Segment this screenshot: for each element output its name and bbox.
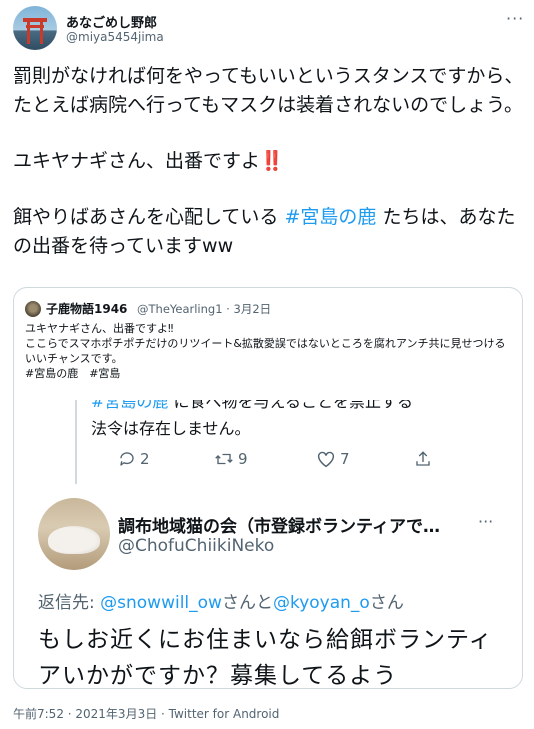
reply-more-icon: ··· bbox=[478, 512, 494, 531]
action-bar: 2 9 7 bbox=[118, 450, 438, 472]
cut-hashtag: #宮島の鹿 bbox=[91, 400, 169, 411]
cut-rest: に食べ物を与えることを禁止する bbox=[168, 400, 414, 411]
reply-to-user: @snowwill_ow bbox=[100, 593, 222, 613]
more-icon[interactable]: ··· bbox=[506, 9, 524, 28]
tweet-text: 罰則がなければ何をやってもいいというスタンスですから、たとえば病院へ行ってもマス… bbox=[13, 62, 525, 261]
author-avatar[interactable] bbox=[13, 6, 57, 50]
author-handle[interactable]: @miya5454jima bbox=[66, 30, 164, 44]
thread-line bbox=[75, 400, 77, 484]
reply-author-handle: @ChofuChiikiNeko bbox=[118, 536, 275, 556]
reply-to-user: @kyoyan_o bbox=[272, 593, 370, 613]
like-icon bbox=[317, 451, 335, 468]
hashtag-link[interactable]: #宮島の鹿 bbox=[284, 206, 376, 228]
retweet-icon bbox=[215, 453, 233, 465]
cut-off-line: #宮島の鹿 に食べ物を与えることを禁止する bbox=[91, 400, 413, 412]
tweet-p3-before: 餌やりばあさんを心配している bbox=[13, 206, 285, 228]
quote-author-avatar bbox=[25, 301, 41, 317]
reply-text: もしお近くにお住まいなら給餌ボランティアいかがですか？募集してるよう bbox=[38, 627, 493, 688]
reply-to-mid: さんと bbox=[221, 593, 273, 613]
quote-text: ユキヤナギさん、出番ですよ‼ ここらでスマホポチポチだけのリツイート&拡散愛誤で… bbox=[25, 321, 511, 381]
author-name[interactable]: あなごめし野郎 bbox=[66, 12, 157, 31]
reply-author-name: 調布地域猫の会（市登録ボランティアで… bbox=[118, 517, 440, 537]
reply-count: 2 bbox=[140, 450, 150, 468]
quote-author-handle-date: @TheYearling1 · 3月2日 bbox=[137, 302, 272, 316]
tweet-paragraph-3: 餌やりばあさんを心配している #宮島の鹿 たちは、あなたの出番を待っていますww bbox=[13, 203, 525, 261]
quote-line: ユキヤナギさん、出番ですよ‼ bbox=[25, 322, 174, 335]
like-count: 7 bbox=[340, 450, 350, 468]
retweet-action: 9 bbox=[214, 450, 248, 468]
tweet-p2-text: ユキヤナギさん、出番ですよ bbox=[13, 150, 261, 172]
quote-line: #宮島の鹿 #宮島 bbox=[25, 367, 121, 380]
torii-image bbox=[23, 14, 47, 44]
tweet-paragraph-1: 罰則がなければ何をやってもいいというスタンスですから、たとえば病院へ行ってもマス… bbox=[13, 65, 524, 116]
double-exclamation-icon: ‼️ bbox=[260, 150, 284, 172]
tweet-timestamp[interactable]: 午前7:52 · 2021年3月3日 · Twitter for Android bbox=[13, 705, 279, 722]
reply-icon bbox=[120, 452, 134, 466]
tweet-paragraph-2: ユキヤナギさん、出番ですよ‼️ bbox=[13, 147, 525, 176]
like-action: 7 bbox=[316, 450, 350, 468]
reply-to-label: 返信先: bbox=[38, 593, 101, 613]
reply-author-avatar bbox=[38, 498, 110, 570]
share-icon bbox=[416, 451, 430, 466]
retweet-count: 9 bbox=[238, 450, 248, 468]
law-line: 法令は存在しません。 bbox=[91, 419, 251, 438]
reply-to-line: 返信先: @snowwill_owさんと@kyoyan_oさん bbox=[38, 588, 404, 613]
quote-line: ここらでスマホポチポチだけのリツイート&拡散愛誤ではないところを腐れアンチ共に見… bbox=[25, 337, 506, 365]
reply-to-end: さん bbox=[369, 593, 404, 613]
cat-image bbox=[48, 526, 100, 554]
quote-attached-image[interactable]: #宮島の鹿 に食べ物を与えることを禁止する 法令は存在しません。 2 9 7 調… bbox=[14, 400, 522, 688]
quote-author-name: 子鹿物語1946 bbox=[46, 302, 128, 316]
share-action bbox=[414, 450, 432, 468]
reply-action: 2 bbox=[118, 450, 150, 468]
quoted-tweet[interactable]: 子鹿物語1946 @TheYearling1 · 3月2日 ユキヤナギさん、出番… bbox=[13, 287, 523, 689]
